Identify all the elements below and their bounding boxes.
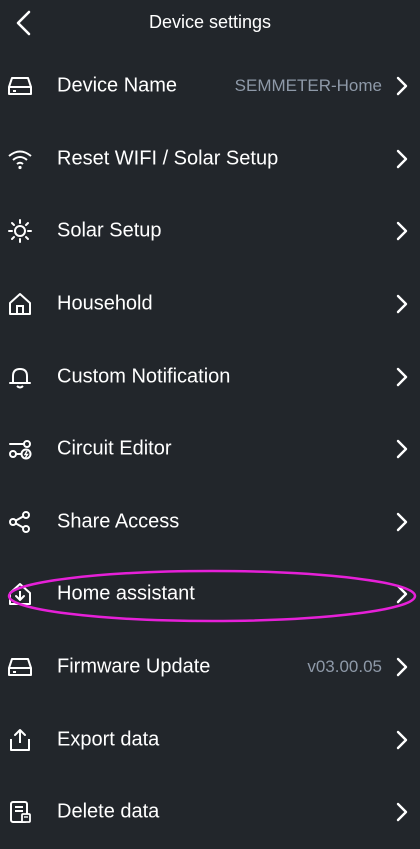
chevron-right-icon [394, 656, 410, 678]
home-download-icon [6, 580, 34, 608]
home-icon [6, 290, 34, 318]
chevron-right-icon [394, 148, 410, 170]
settings-list: Device Name SEMMETER-Home Reset WIFI / S… [0, 50, 420, 849]
row-label: Delete data [57, 800, 160, 823]
household-row[interactable]: Household [0, 268, 420, 341]
export-icon [6, 726, 34, 754]
circuit-editor-row[interactable]: Circuit Editor [0, 413, 420, 486]
solar-setup-row[interactable]: Solar Setup [0, 195, 420, 268]
row-label: Export data [57, 728, 160, 751]
chevron-right-icon [394, 801, 410, 823]
chevron-right-icon [394, 366, 410, 388]
bell-icon [6, 363, 34, 391]
custom-notification-row[interactable]: Custom Notification [0, 340, 420, 413]
delete-data-icon [6, 798, 34, 826]
device-name-value: SEMMETER-Home [234, 76, 382, 96]
chevron-right-icon [394, 511, 410, 533]
row-label: Household [57, 292, 153, 315]
circuit-icon [6, 435, 34, 463]
wifi-icon [6, 145, 34, 173]
firmware-update-row[interactable]: Firmware Update v03.00.05 [0, 631, 420, 704]
row-label: Custom Notification [57, 365, 231, 388]
export-data-row[interactable]: Export data [0, 703, 420, 776]
delete-data-row[interactable]: Delete data [0, 776, 420, 849]
device-icon [6, 72, 34, 100]
row-label: Device Name [57, 74, 178, 97]
chevron-right-icon [394, 75, 410, 97]
row-label: Circuit Editor [57, 437, 172, 460]
row-label: Solar Setup [57, 219, 162, 242]
row-label: Share Access [57, 510, 180, 533]
page-title: Device settings [148, 12, 272, 32]
share-icon [6, 508, 34, 536]
chevron-right-icon [394, 220, 410, 242]
chevron-right-icon [394, 293, 410, 315]
firmware-icon [6, 653, 34, 681]
home-assistant-row[interactable]: Home assistant [0, 558, 420, 631]
firmware-version-value: v03.00.05 [307, 657, 382, 677]
row-label: Home assistant [57, 582, 195, 605]
chevron-right-icon [394, 729, 410, 751]
chevron-right-icon [394, 583, 410, 605]
sun-icon [6, 217, 34, 245]
device-name-row[interactable]: Device Name SEMMETER-Home [0, 50, 420, 123]
header: Device settings [0, 0, 420, 46]
row-label: Reset WIFI / Solar Setup [57, 147, 279, 170]
chevron-right-icon [394, 438, 410, 460]
reset-wifi-row[interactable]: Reset WIFI / Solar Setup [0, 123, 420, 196]
row-label: Firmware Update [57, 655, 211, 678]
share-access-row[interactable]: Share Access [0, 486, 420, 559]
